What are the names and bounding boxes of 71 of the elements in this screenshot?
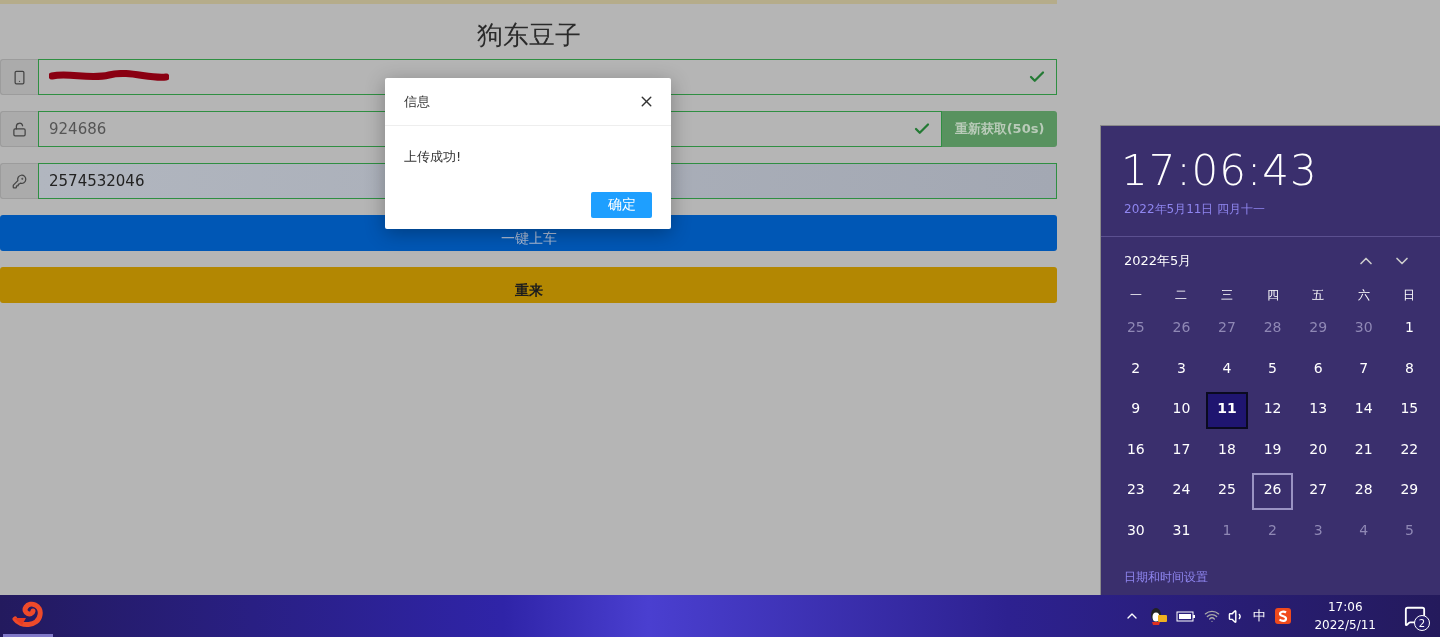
calendar-day[interactable]: 30 <box>1115 513 1157 550</box>
weekday-label: 二 <box>1174 286 1189 304</box>
calendar-day[interactable]: 25 <box>1115 311 1157 348</box>
calendar-day[interactable]: 9 <box>1115 392 1157 429</box>
settings-link[interactable]: 日期和时间设置 <box>1124 569 1208 586</box>
calendar-day[interactable]: 1 <box>1388 311 1431 348</box>
input-method-indicator[interactable]: 中 <box>1253 607 1267 625</box>
calendar-day[interactable]: 4 <box>1342 513 1385 550</box>
calendar-day[interactable]: 8 <box>1388 351 1431 388</box>
calendar-day[interactable]: 28 <box>1251 311 1294 348</box>
calendar-day[interactable]: 25 <box>1206 473 1248 510</box>
weekday-label: 五 <box>1311 286 1326 304</box>
wifi-icon[interactable] <box>1204 608 1221 624</box>
calendar-day[interactable]: 3 <box>1297 513 1339 550</box>
calendar-day[interactable]: 21 <box>1342 432 1385 469</box>
penguin-icon[interactable] <box>1148 606 1169 626</box>
calendar-day[interactable]: 19 <box>1251 432 1294 469</box>
calendar-day[interactable]: 3 <box>1160 351 1203 388</box>
weekday-label: 六 <box>1356 286 1371 304</box>
snail-icon <box>12 600 44 629</box>
calendar-day[interactable]: 31 <box>1160 513 1203 550</box>
dialog-title: 信息 <box>404 92 430 111</box>
clock-time: 17:06:43 <box>1121 146 1318 195</box>
dialog-message: 上传成功! <box>404 149 462 164</box>
calendar-day[interactable]: 12 <box>1251 392 1294 429</box>
calendar-day[interactable]: 16 <box>1115 432 1157 469</box>
notification-count: 2 <box>1414 615 1430 631</box>
taskbar-clock[interactable]: 17:06 2022/5/11 <box>1300 598 1392 634</box>
calendar-day[interactable]: 17 <box>1160 432 1203 469</box>
calendar-day[interactable]: 29 <box>1297 311 1339 348</box>
calendar-day[interactable]: 15 <box>1388 392 1431 429</box>
calendar-day[interactable]: 26 <box>1251 473 1294 510</box>
notification-icon[interactable] <box>1404 605 1426 627</box>
battery-icon[interactable] <box>1176 609 1197 623</box>
clock-time-label: 17:06 <box>1327 599 1363 616</box>
calendar-day[interactable]: 1 <box>1206 513 1248 550</box>
calendar-day[interactable]: 27 <box>1206 311 1248 348</box>
weekday-label: 日 <box>1402 286 1417 304</box>
calendar-day[interactable]: 4 <box>1206 351 1248 388</box>
page-title: 狗东豆子 <box>475 19 582 52</box>
calendar-day[interactable]: 2 <box>1115 351 1157 388</box>
calendar-day[interactable]: 20 <box>1297 432 1339 469</box>
month-title: 2022年5月 <box>1124 253 1192 268</box>
calendar-day[interactable]: 7 <box>1342 351 1385 388</box>
calendar-day[interactable]: 18 <box>1206 432 1248 469</box>
calendar-day[interactable]: 30 <box>1342 311 1385 348</box>
calendar-day[interactable]: 27 <box>1297 473 1339 510</box>
clock-date-label: 2022/5/11 <box>1314 617 1376 634</box>
calendar-day[interactable]: 5 <box>1251 351 1294 388</box>
calendar-day[interactable]: 5 <box>1388 513 1431 550</box>
phone-icon <box>12 69 27 85</box>
calendar-day[interactable]: 11 <box>1206 392 1248 429</box>
key-icon <box>12 173 27 189</box>
calendar-day[interactable]: 13 <box>1297 392 1339 429</box>
calendar-day[interactable]: 29 <box>1388 473 1431 510</box>
calendar-day[interactable]: 14 <box>1342 392 1385 429</box>
date-link[interactable]: 2022年5月11日 四月十一 <box>1124 202 1266 216</box>
weekday-label: 一 <box>1128 286 1143 304</box>
weekday-label: 三 <box>1220 286 1234 304</box>
sogou-logo-icon[interactable] <box>1274 607 1293 625</box>
calendar-day[interactable]: 6 <box>1297 351 1339 388</box>
calendar-day[interactable]: 23 <box>1115 473 1157 510</box>
calendar-day[interactable]: 28 <box>1342 473 1385 510</box>
calendar-day[interactable]: 24 <box>1160 473 1203 510</box>
calendar-day[interactable]: 22 <box>1388 432 1431 469</box>
unlock-icon <box>12 121 27 137</box>
calendar-day[interactable]: 10 <box>1160 392 1203 429</box>
calendar-day[interactable]: 26 <box>1160 311 1203 348</box>
reset-button[interactable]: 重来 <box>0 267 1057 303</box>
calendar-day[interactable]: 2 <box>1251 513 1294 550</box>
weekday-label: 四 <box>1265 286 1280 304</box>
